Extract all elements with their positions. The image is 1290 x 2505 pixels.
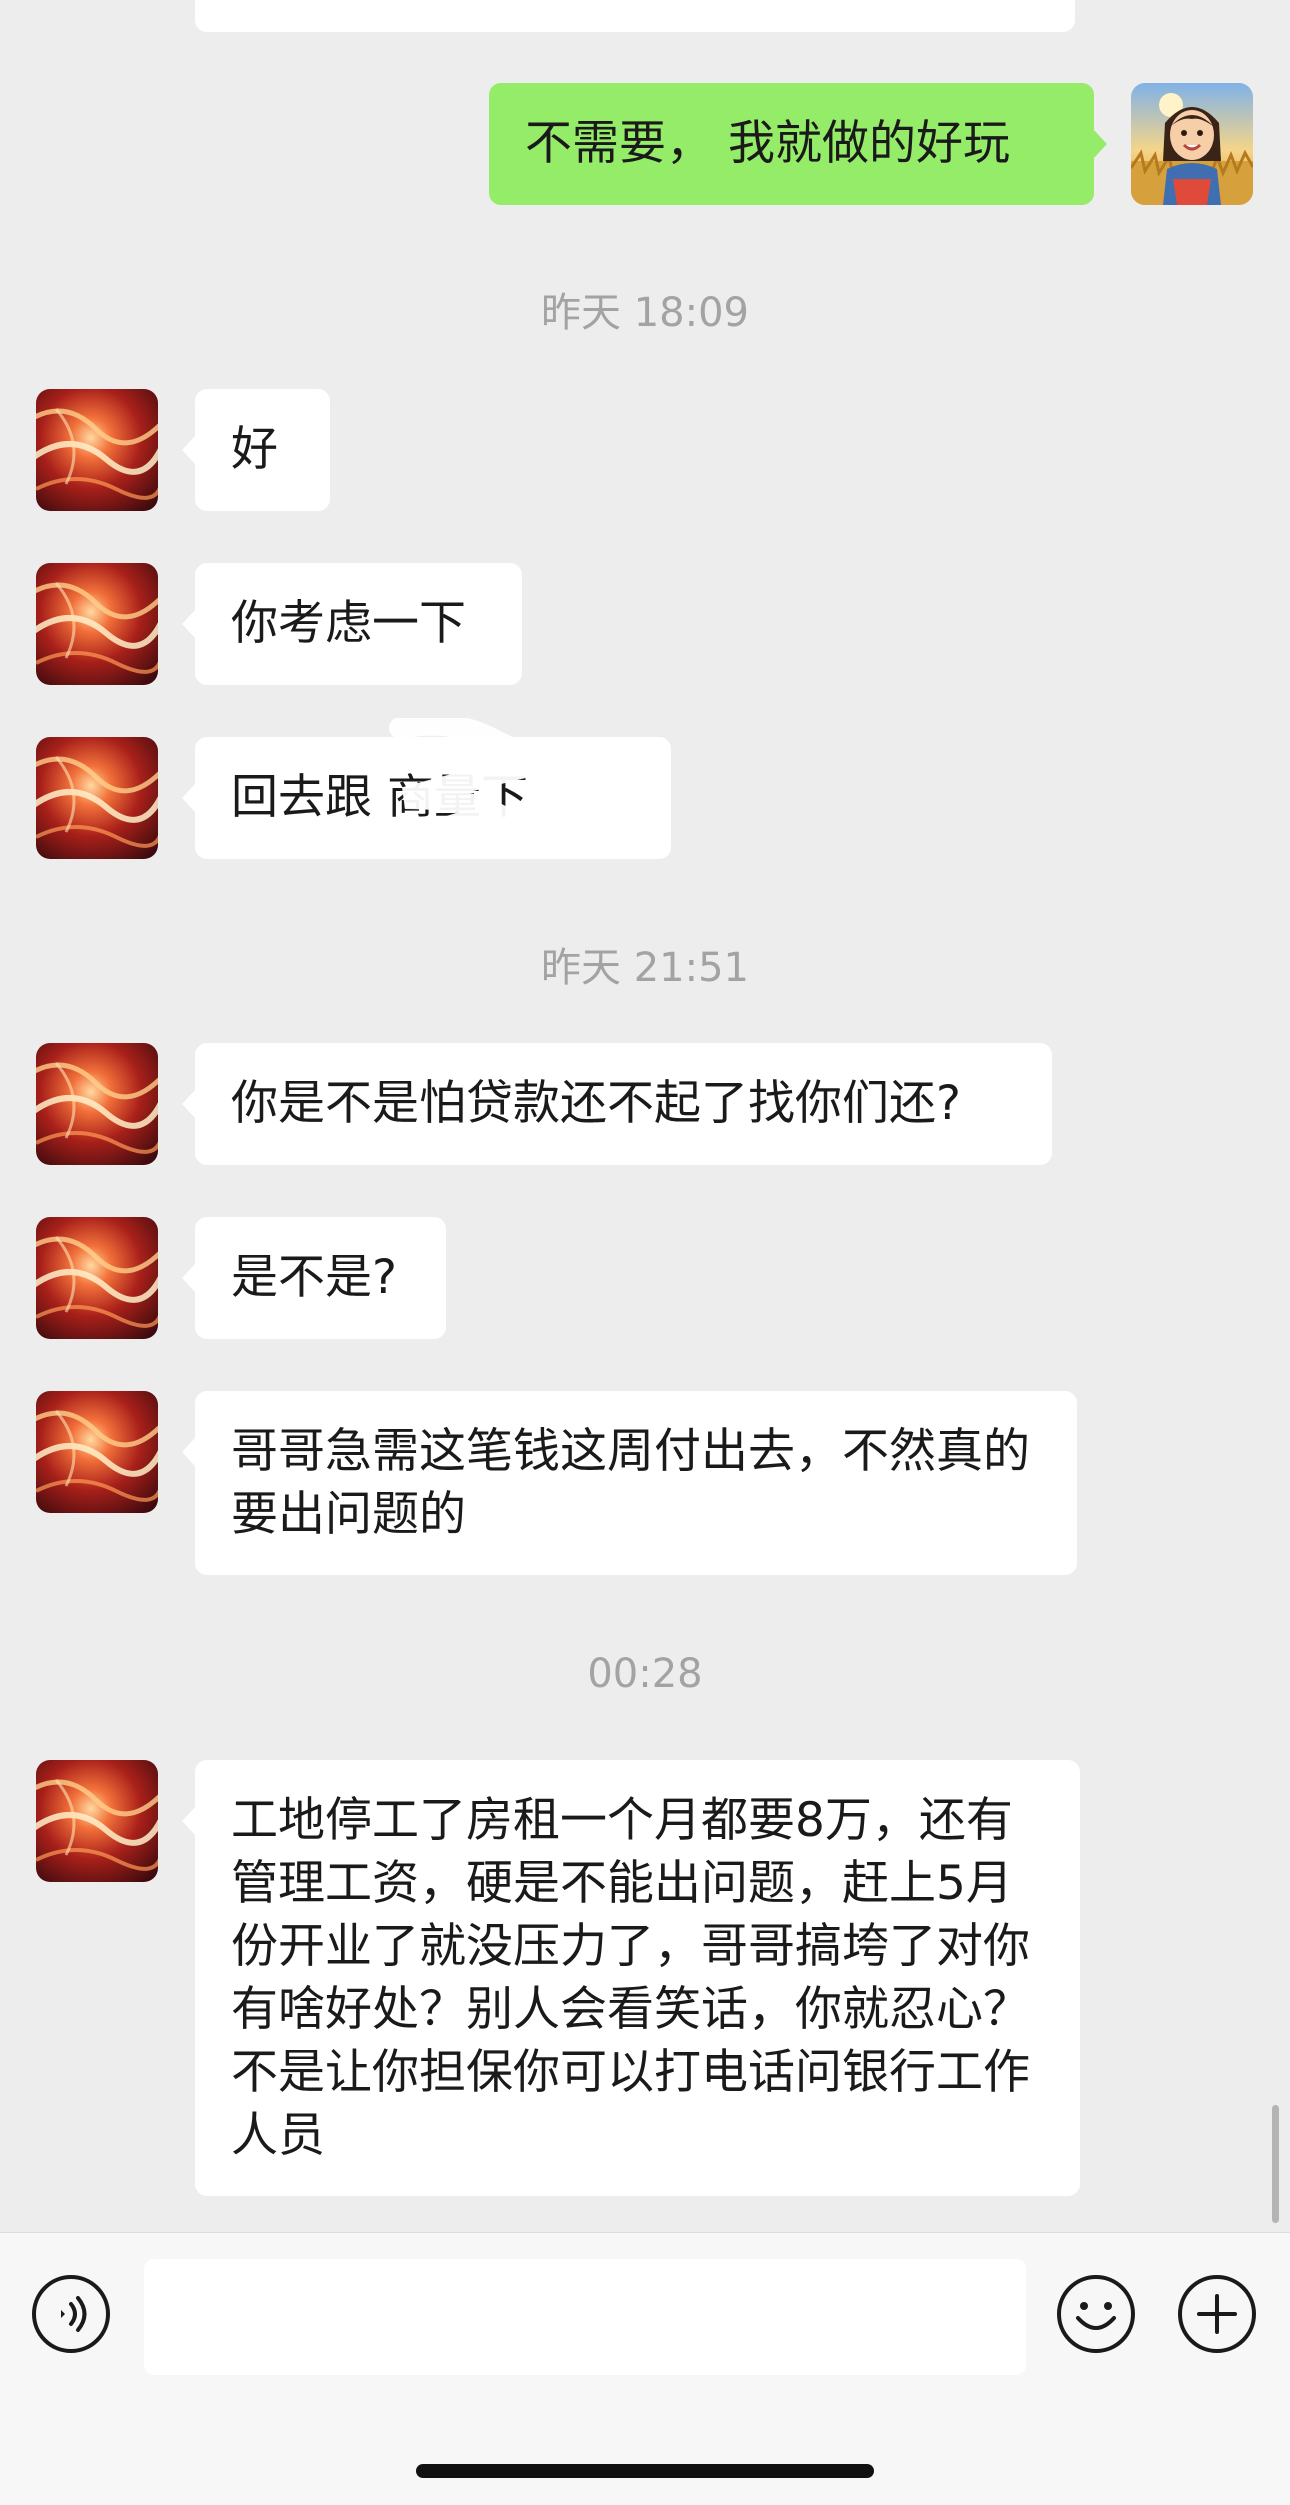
- chat-scrollbar[interactable]: [1272, 2105, 1279, 2223]
- incoming-message-bubble[interactable]: 哥哥急需这笔钱这周付出去，不然真的要出问题的: [182, 1391, 1077, 1575]
- incoming-message-bubble[interactable]: 回去跟 商量下: [182, 737, 671, 859]
- red-abstract-avatar[interactable]: [36, 389, 158, 511]
- home-indicator[interactable]: [416, 2464, 874, 2478]
- emoji-icon[interactable]: [1056, 2274, 1136, 2354]
- timestamp-divider: 昨天 18:09: [541, 290, 749, 336]
- red-abstract-avatar[interactable]: [36, 1217, 158, 1339]
- partial-message-bubble: [195, 0, 1075, 32]
- plus-icon[interactable]: [1177, 2274, 1257, 2354]
- message-text-input[interactable]: [144, 2259, 1026, 2375]
- incoming-message-bubble[interactable]: 是不是?: [182, 1217, 446, 1339]
- red-abstract-avatar[interactable]: [36, 1760, 158, 1882]
- outgoing-message-bubble[interactable]: 不需要， 我就做的好玩: [489, 83, 1107, 205]
- incoming-message-bubble[interactable]: 你是不是怕贷款还不起了找你们还?: [182, 1043, 1052, 1165]
- timestamp-divider: 昨天 21:51: [541, 945, 749, 991]
- voice-icon[interactable]: [31, 2274, 111, 2354]
- red-abstract-avatar[interactable]: [36, 1391, 158, 1513]
- timestamp-divider: 00:28: [587, 1651, 703, 1697]
- girl-in-wheat-field-avatar[interactable]: [1131, 83, 1253, 205]
- chat-area[interactable]: 不需要， 我就做的好玩 昨天 18:09 好 你考虑一下 回去跟 商量下 昨天 …: [0, 0, 1290, 2232]
- incoming-message-bubble[interactable]: 你考虑一下: [182, 563, 522, 685]
- incoming-message-bubble[interactable]: 工地停工了房租一个月都要8万，还有管理工资，硬是不能出问题，赶上5月份开业了就没…: [182, 1760, 1080, 2196]
- red-abstract-avatar[interactable]: [36, 1043, 158, 1165]
- incoming-message-bubble[interactable]: 好: [182, 389, 330, 511]
- red-abstract-avatar[interactable]: [36, 737, 158, 859]
- message-input-bar: [0, 2232, 1290, 2505]
- red-abstract-avatar[interactable]: [36, 563, 158, 685]
